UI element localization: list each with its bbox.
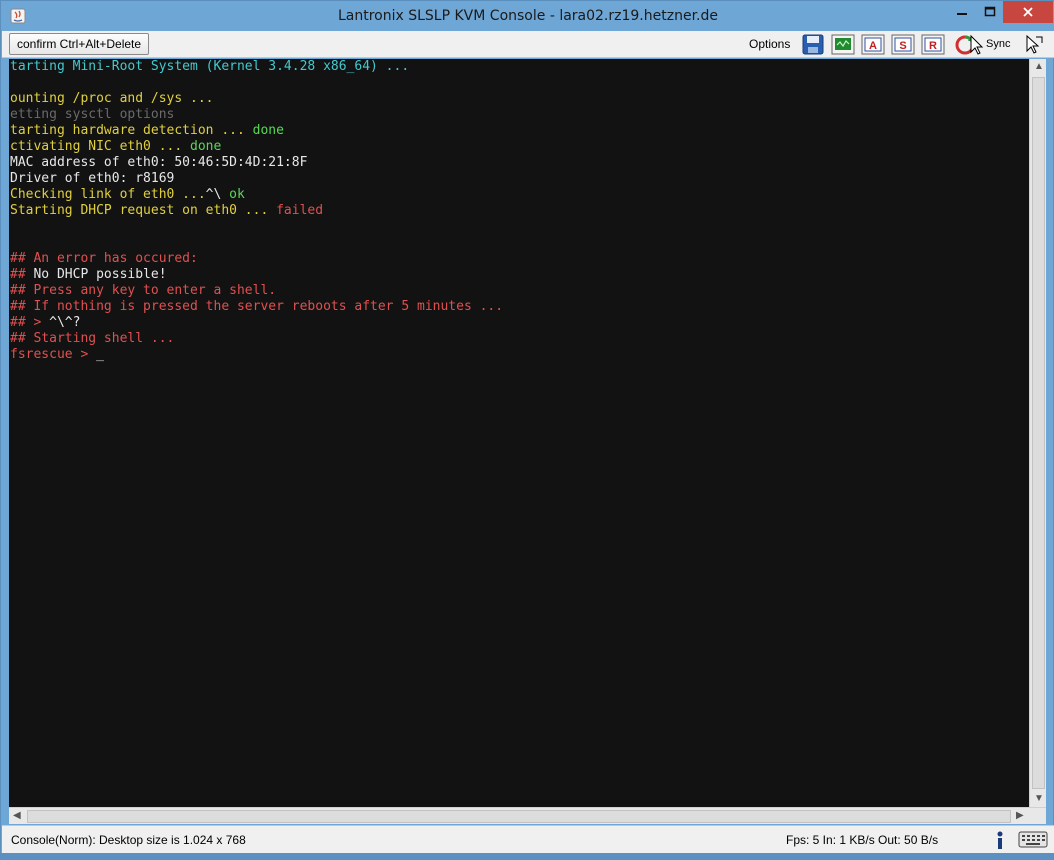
- cursor-icon: [970, 34, 984, 55]
- vertical-scroll-thumb[interactable]: [1032, 77, 1045, 789]
- console-text: ## Starting shell ...: [10, 331, 175, 346]
- vertical-scrollbar[interactable]: ▲ ▼: [1029, 59, 1046, 807]
- minimize-icon: [957, 13, 967, 15]
- console-line: fsrescue > _: [10, 347, 503, 363]
- console-text: done: [190, 139, 222, 154]
- console-text: Checking link of eth0 ...: [10, 187, 206, 202]
- sync-label[interactable]: Sync: [986, 38, 1010, 50]
- console-text: ## >: [10, 315, 50, 330]
- console-text: ok: [229, 187, 245, 202]
- console-text: ounting /proc and /sys ...: [10, 91, 214, 106]
- console-text: fsrescue >: [10, 347, 97, 362]
- throughput-status: Fps: 5 In: 1 KB/s Out: 50 B/s: [786, 833, 939, 847]
- kvm-console-window: Lantronix SLSLP KVM Console - lara02.rz1…: [0, 0, 1054, 860]
- console-line: ## An error has occured:: [10, 251, 503, 267]
- console-text: ## Press any key to enter a shell.: [10, 283, 277, 298]
- title-bar[interactable]: Lantronix SLSLP KVM Console - lara02.rz1…: [1, 1, 1054, 31]
- console-status: Console(Norm): Desktop size is 1.024 x 7…: [11, 833, 246, 847]
- confirm-ctrl-alt-delete-button[interactable]: confirm Ctrl+Alt+Delete: [9, 33, 150, 55]
- console-text: ^\^?: [49, 315, 81, 330]
- maximize-button[interactable]: [975, 1, 1005, 23]
- console-text: No DHCP possible!: [33, 267, 167, 282]
- console-line: tarting hardware detection ... done: [10, 123, 503, 139]
- console-line: ## Press any key to enter a shell.: [10, 283, 503, 299]
- os-taskbar: [1, 853, 1054, 860]
- console-line: tarting Mini-Root System (Kernel 3.4.28 …: [10, 59, 503, 75]
- options-menu[interactable]: Options: [749, 37, 790, 51]
- console-line: ## No DHCP possible!: [10, 267, 503, 283]
- console-text: done: [252, 123, 284, 138]
- console-text: tarting hardware detection ...: [10, 123, 253, 138]
- console-text: _: [96, 347, 104, 362]
- console-text: failed: [276, 203, 324, 218]
- macro-s-icon[interactable]: S: [891, 33, 915, 56]
- console-screen[interactable]: tarting Mini-Root System (Kernel 3.4.28 …: [9, 59, 1029, 807]
- console-text: MAC address of eth0: 50:46:5D:4D:21:8F: [10, 155, 308, 170]
- svg-text:R: R: [929, 40, 937, 52]
- svg-text:A: A: [869, 40, 877, 52]
- macro-r-icon[interactable]: R: [921, 33, 945, 56]
- console-line: etting sysctl options: [10, 107, 503, 123]
- scroll-right-icon[interactable]: ▶: [1016, 810, 1024, 821]
- console-text: Driver of eth0: r8169: [10, 171, 175, 186]
- horizontal-scroll-thumb[interactable]: [27, 810, 1011, 823]
- console-line: Checking link of eth0 ...^\ ok: [10, 187, 503, 203]
- toolbar: confirm Ctrl+Alt+Delete Options A S R Sy…: [2, 31, 1054, 58]
- save-icon[interactable]: [801, 33, 825, 56]
- console-line: Driver of eth0: r8169: [10, 171, 503, 187]
- console-text: ##: [10, 267, 34, 282]
- maximize-icon: [984, 6, 996, 17]
- console-line: Starting DHCP request on eth0 ... failed: [10, 203, 503, 219]
- console-line: ctivating NIC eth0 ... done: [10, 139, 503, 155]
- macro-a-icon[interactable]: A: [861, 33, 885, 56]
- console-line: ## If nothing is pressed the server rebo…: [10, 299, 503, 315]
- console-line: MAC address of eth0: 50:46:5D:4D:21:8F: [10, 155, 503, 171]
- close-icon: [1023, 7, 1033, 17]
- console-text: Starting DHCP request on eth0 ...: [10, 203, 277, 218]
- scroll-up-icon[interactable]: ▲: [1034, 61, 1044, 72]
- horizontal-scrollbar[interactable]: ◀ ▶: [9, 807, 1046, 824]
- console-text: ## An error has occured:: [10, 251, 198, 266]
- console-output: tarting Mini-Root System (Kernel 3.4.28 …: [10, 59, 503, 363]
- close-button[interactable]: [1003, 1, 1053, 23]
- keyboard-icon[interactable]: [1018, 829, 1048, 849]
- console-text: ## If nothing is pressed the server rebo…: [10, 299, 504, 314]
- svg-text:S: S: [899, 40, 906, 52]
- mouse-pointer-icon[interactable]: [1022, 33, 1046, 56]
- monitor-icon[interactable]: [831, 33, 855, 56]
- info-icon[interactable]: [992, 829, 1008, 851]
- console-text: ^\: [205, 187, 230, 202]
- console-line: ounting /proc and /sys ...: [10, 91, 503, 107]
- scroll-down-icon[interactable]: ▼: [1034, 793, 1044, 804]
- console-text: ctivating NIC eth0 ...: [10, 139, 191, 154]
- status-bar: Console(Norm): Desktop size is 1.024 x 7…: [2, 825, 1054, 853]
- minimize-button[interactable]: [947, 1, 977, 23]
- window-title: Lantronix SLSLP KVM Console - lara02.rz1…: [337, 8, 718, 24]
- console-text: etting sysctl options: [10, 107, 175, 122]
- console-line: ## Starting shell ...: [10, 331, 503, 347]
- console-line: ## > ^\^?: [10, 315, 503, 331]
- scroll-left-icon[interactable]: ◀: [13, 810, 21, 821]
- console-text: tarting Mini-Root System (Kernel 3.4.28 …: [10, 59, 410, 74]
